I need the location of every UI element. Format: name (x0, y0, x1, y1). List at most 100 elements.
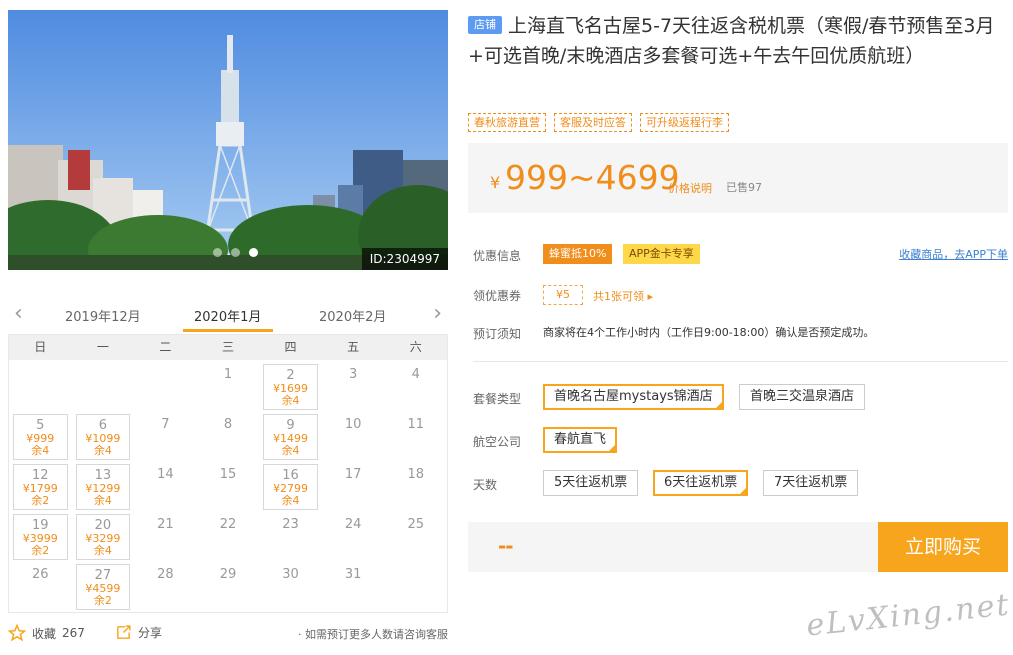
favorite-count: 267 (62, 626, 85, 640)
day-stock: 余2 (31, 494, 50, 507)
tab-next-month[interactable]: 2020年2月 (319, 306, 386, 325)
days-option-6[interactable]: 6天往返机票 (653, 470, 749, 496)
calendar-day-available[interactable]: 12 ¥1799 余2 (13, 464, 68, 510)
service-chip: 可升级返程行李 (640, 113, 729, 132)
calendar-day (72, 362, 135, 412)
day-number: 12 (32, 468, 49, 483)
booking-notice: 商家将在4个工作小时内（工作日9:00-18:00）确认是否预定成功。 (543, 326, 875, 339)
calendar-day-available[interactable]: 19 ¥3999 余2 (13, 514, 68, 560)
selected-price-placeholder: -- (498, 534, 514, 558)
price-currency: ¥ (490, 173, 501, 192)
package-option-mystays[interactable]: 首晚名古屋mystays锦酒店 (543, 384, 724, 410)
day-number: 28 (157, 567, 174, 582)
day-number: 23 (282, 517, 299, 532)
shop-tag[interactable]: 店铺 (468, 16, 502, 34)
calendar-day-available[interactable]: 16 ¥2799 余4 (263, 464, 318, 510)
calendar-day-available[interactable]: 20 ¥3299 余4 (75, 514, 131, 560)
product-title: 店铺 上海直飞名古屋5-7天往返含税机票（寒假/春节预售至3月+可选首晚/末晚酒店… (468, 11, 1008, 71)
calendar-month-nav: ‹ 2019年12月 2020年1月 2020年2月 › (8, 298, 448, 334)
carousel-dot[interactable] (213, 248, 222, 257)
service-chip: 客服及时应答 (554, 113, 632, 132)
day-number: 16 (282, 468, 299, 483)
divider (473, 361, 1008, 362)
day-stock: 余4 (31, 444, 50, 457)
day-number: 22 (219, 517, 237, 532)
coupon-claim-link[interactable]: 共1张可领 ▸ (593, 288, 653, 304)
day-number: 19 (32, 518, 49, 533)
calendar-day (9, 362, 72, 412)
calendar-day: 28 (134, 562, 197, 612)
price-range: 999~4699 (505, 158, 680, 197)
calendar-day: 14 (134, 462, 197, 512)
airline-option-spring[interactable]: 春航直飞 (543, 427, 618, 453)
calendar-day-available[interactable]: 13 ¥1299 余4 (75, 464, 131, 510)
left-footer: 收藏 267 分享 · 如需预订更多人数请咨询客服 (8, 622, 448, 646)
calendar-day: 7 (134, 412, 197, 462)
calendar-day: 21 (134, 512, 197, 562)
tab-prev-month[interactable]: 2019年12月 (65, 306, 141, 325)
calendar-day-available[interactable]: 5 ¥999 余4 (13, 414, 68, 460)
day-number: 27 (94, 568, 112, 583)
weekday-label: 五 (347, 340, 360, 354)
calendar-day: 8 (197, 412, 260, 462)
tab-current-month[interactable]: 2020年1月 (194, 306, 261, 325)
star-icon (8, 624, 26, 642)
promo-label: 优惠信息 (473, 249, 522, 263)
day-number: 29 (219, 567, 237, 582)
calendar-day: 11 (384, 412, 447, 462)
calendar-day (384, 562, 447, 612)
days-option-5[interactable]: 5天往返机票 (543, 470, 639, 496)
price-box: ¥ 999~4699 价格说明 已售97 (468, 143, 1008, 213)
day-number: 6 (98, 418, 107, 433)
calendar-day: 17 (322, 462, 385, 512)
day-stock: 余4 (93, 544, 112, 557)
calendar-day-available[interactable]: 6 ¥1099 余4 (75, 414, 131, 460)
day-number: 30 (282, 567, 299, 582)
day-number: 1 (223, 367, 233, 382)
day-stock: 余4 (281, 394, 300, 407)
next-month-arrow-icon[interactable]: › (433, 302, 442, 326)
coupon-ticket[interactable]: ¥5 (543, 285, 583, 305)
price-explain-link[interactable]: 价格说明 (668, 180, 712, 196)
days-option-7[interactable]: 7天往返机票 (763, 470, 859, 496)
day-number: 9 (286, 418, 295, 433)
calendar-day-available[interactable]: 9 ¥1499 余4 (263, 414, 318, 460)
calendar-day-available[interactable]: 27 ¥4599 余2 (75, 564, 131, 610)
weekday-label: 二 (159, 340, 172, 354)
day-stock: 余4 (93, 444, 112, 457)
day-number: 4 (411, 367, 420, 382)
calendar-day: 4 (384, 362, 447, 412)
day-stock: 余2 (31, 544, 50, 557)
hero-image[interactable]: ID:2304997 (8, 10, 448, 270)
calendar-day: 10 (322, 412, 385, 462)
contact-service-note: · 如需预订更多人数请咨询客服 (298, 628, 448, 641)
calendar-day-available[interactable]: 2 ¥1699 余4 (263, 364, 318, 410)
carousel-dot-active[interactable] (249, 248, 258, 257)
day-number: 17 (344, 467, 362, 482)
tower-photo (8, 10, 448, 270)
app-order-link[interactable]: 收藏商品，去APP下单 (899, 246, 1008, 262)
share-label: 分享 (138, 626, 163, 640)
weekday-label: 日 (34, 340, 47, 354)
package-option-onsen[interactable]: 首晚三交温泉酒店 (739, 384, 866, 410)
day-number: 31 (344, 567, 362, 582)
site-watermark: eLvXing.net (804, 587, 1013, 644)
weekday-label: 六 (409, 340, 422, 354)
share-button[interactable]: 分享 (115, 624, 162, 641)
prev-month-arrow-icon[interactable]: ‹ (14, 302, 23, 326)
day-number: 7 (161, 417, 170, 432)
favorite-button[interactable]: 收藏 267 (8, 624, 85, 642)
day-stock: 余4 (93, 494, 112, 507)
calendar-day: 22 (197, 512, 260, 562)
airline-label: 航空公司 (473, 435, 522, 449)
carousel-dot[interactable] (231, 248, 240, 257)
buy-now-button[interactable]: 立即购买 (878, 522, 1008, 572)
day-number: 21 (157, 517, 174, 532)
image-id-label: ID:2304997 (361, 248, 448, 270)
calendar-grid: 1 2 ¥1699 余4 3 4 5 ¥999 余4 6 ¥1099 余4 7 8 9 ¥1499 余4 10 11… (9, 360, 447, 612)
booking-label: 预订须知 (473, 327, 522, 341)
day-number: 3 (348, 367, 358, 382)
calendar-day: 29 (197, 562, 260, 612)
sold-count: 已售97 (726, 181, 762, 194)
share-icon (117, 625, 131, 639)
